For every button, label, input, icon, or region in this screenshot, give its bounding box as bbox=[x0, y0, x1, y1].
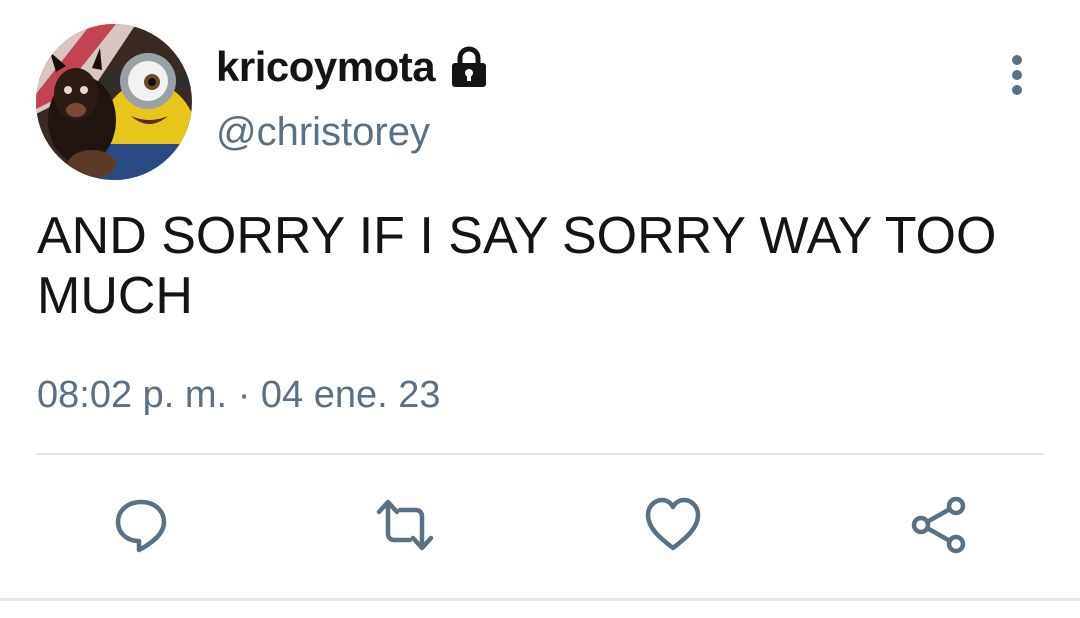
timestamp-separator: · bbox=[237, 374, 251, 416]
avatar[interactable] bbox=[36, 24, 192, 180]
user-info: kricoymota @christorey bbox=[216, 40, 489, 155]
share-icon bbox=[911, 496, 966, 554]
retweet-icon bbox=[376, 499, 434, 551]
tweet-timestamp[interactable]: 08:02 p. m. · 04 ene. 23 bbox=[37, 374, 441, 417]
retweet-button[interactable] bbox=[372, 492, 438, 558]
bottom-divider bbox=[0, 598, 1080, 601]
lock-icon bbox=[449, 45, 489, 89]
heart-icon bbox=[645, 497, 701, 551]
tweet-time: 08:02 p. m. bbox=[37, 374, 228, 416]
action-bar bbox=[0, 492, 1080, 562]
tweet-date: 04 ene. 23 bbox=[260, 374, 441, 416]
tweet-card: kricoymota @christorey AND SORRY IF I SA… bbox=[0, 0, 1080, 618]
display-name[interactable]: kricoymota bbox=[216, 43, 436, 91]
share-button[interactable] bbox=[906, 492, 972, 558]
tweet-text: AND SORRY IF I SAY SORRY WAY TOO MUCH bbox=[37, 207, 997, 325]
reply-button[interactable] bbox=[108, 492, 174, 558]
divider bbox=[36, 453, 1044, 455]
avatar-image bbox=[36, 24, 192, 180]
like-button[interactable] bbox=[640, 492, 706, 558]
more-options-icon[interactable] bbox=[1000, 52, 1034, 98]
user-handle[interactable]: @christorey bbox=[216, 110, 489, 155]
reply-icon bbox=[115, 499, 167, 553]
